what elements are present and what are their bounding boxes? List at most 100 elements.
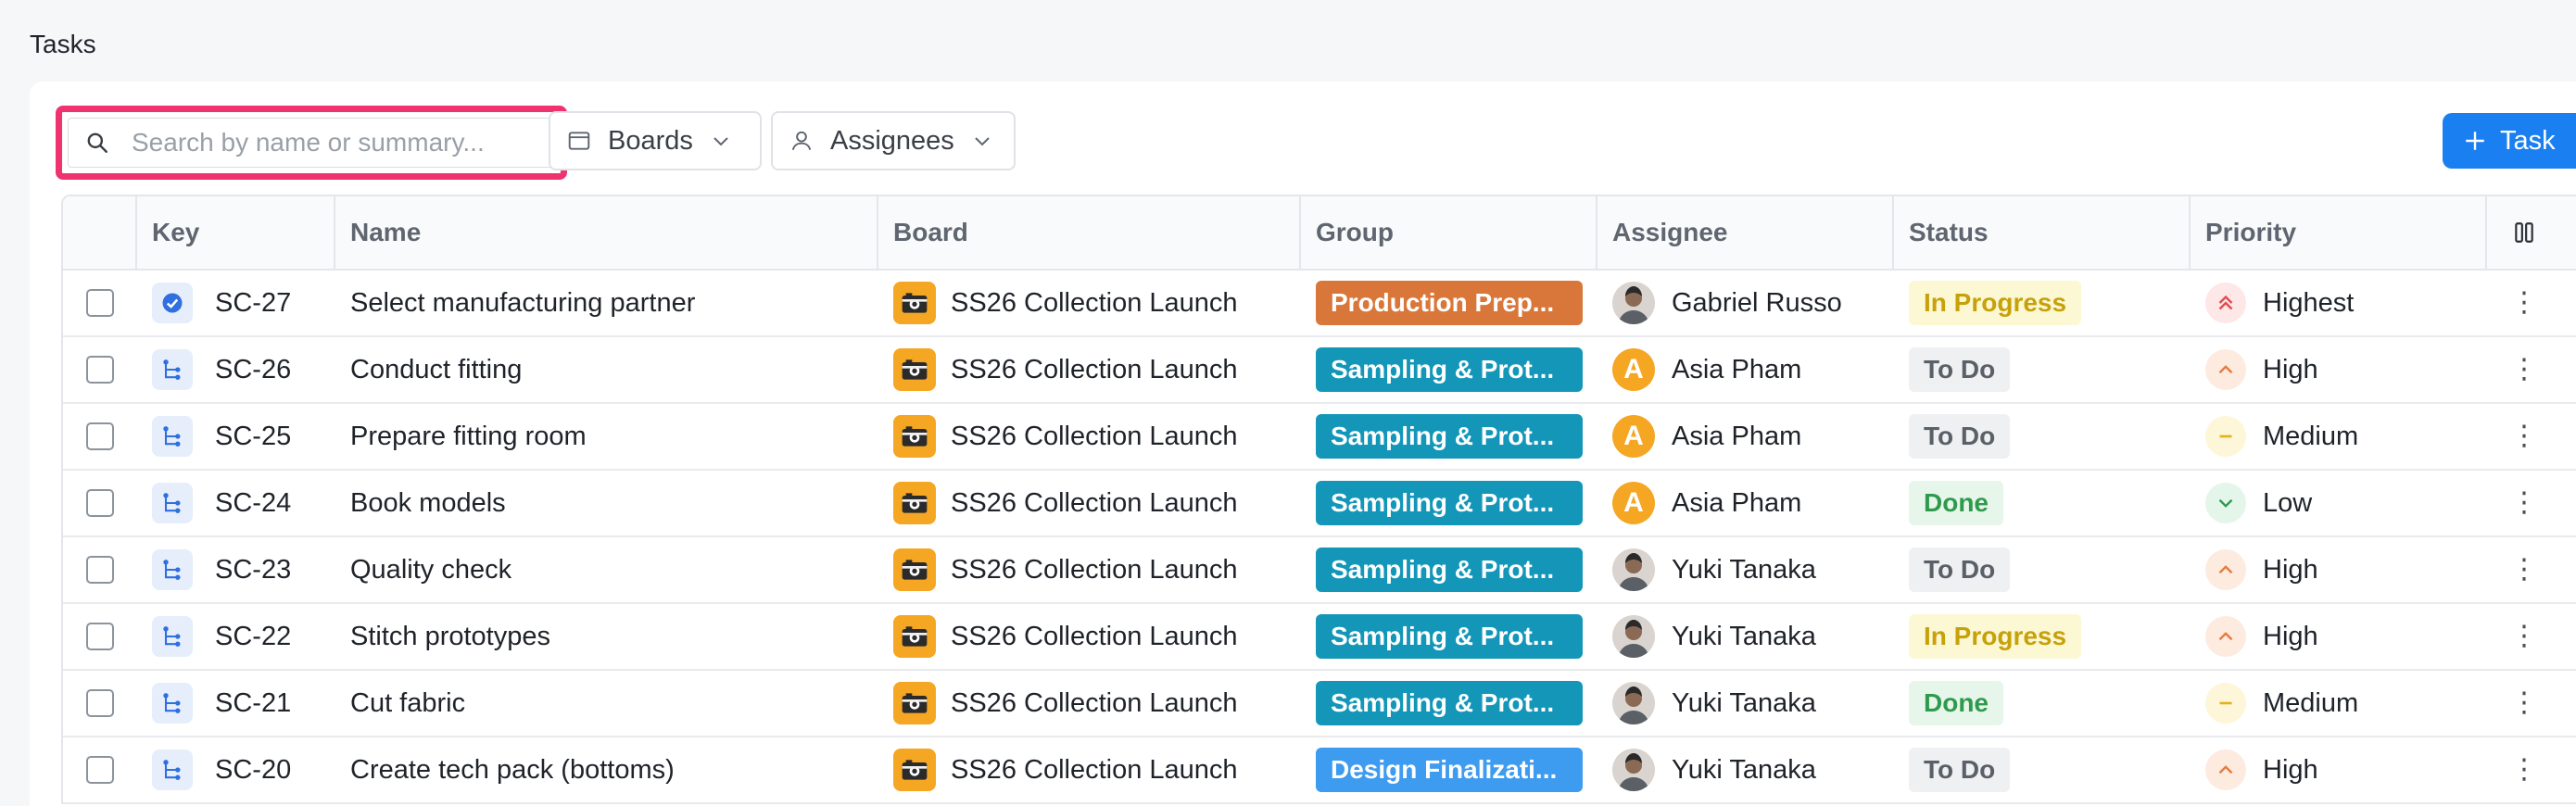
priority-label[interactable]: Low — [2263, 488, 2312, 519]
priority-label[interactable]: High — [2263, 555, 2318, 586]
status-badge[interactable]: To Do — [1909, 548, 2011, 592]
group-chip[interactable]: Design Finalizati... — [1316, 748, 1583, 792]
group-chip[interactable]: Sampling & Prot... — [1316, 481, 1583, 525]
board-name[interactable]: SS26 Collection Launch — [951, 422, 1238, 452]
task-key[interactable]: SC-26 — [215, 355, 291, 385]
task-key[interactable]: SC-21 — [215, 688, 291, 719]
assignee-name[interactable]: Asia Pham — [1672, 488, 1801, 519]
columns-settings-button[interactable] — [2487, 196, 2561, 269]
assignee-avatar — [1612, 749, 1655, 791]
column-header-key[interactable]: Key — [137, 196, 335, 269]
table-row[interactable]: SC-24 Book models SS26 Collection Launch… — [63, 471, 2576, 537]
table-row[interactable]: SC-21 Cut fabric SS26 Collection Launch … — [63, 671, 2576, 737]
task-name[interactable]: Conduct fitting — [350, 355, 522, 385]
status-badge[interactable]: To Do — [1909, 414, 2011, 459]
assignee-name[interactable]: Yuki Tanaka — [1672, 688, 1816, 719]
row-checkbox[interactable] — [86, 623, 114, 650]
kebab-menu-icon[interactable]: ⋮ — [2510, 356, 2538, 384]
assignee-name[interactable]: Gabriel Russo — [1672, 288, 1842, 319]
row-checkbox[interactable] — [86, 556, 114, 584]
table-row[interactable]: SC-25 Prepare fitting room SS26 Collecti… — [63, 404, 2576, 471]
task-key[interactable]: SC-20 — [215, 755, 291, 786]
group-chip[interactable]: Sampling & Prot... — [1316, 681, 1583, 725]
table-row[interactable]: SC-23 Quality check SS26 Collection Laun… — [63, 537, 2576, 604]
priority-label[interactable]: High — [2263, 755, 2318, 786]
priority-label[interactable]: High — [2263, 355, 2318, 385]
group-chip[interactable]: Sampling & Prot... — [1316, 548, 1583, 592]
task-key[interactable]: SC-24 — [215, 488, 291, 519]
assignee-name[interactable]: Yuki Tanaka — [1672, 622, 1816, 652]
group-chip[interactable]: Sampling & Prot... — [1316, 347, 1583, 392]
row-checkbox[interactable] — [86, 489, 114, 517]
column-header-board[interactable]: Board — [878, 196, 1301, 269]
priority-label[interactable]: Medium — [2263, 422, 2358, 452]
search-input[interactable] — [132, 128, 521, 157]
board-name[interactable]: SS26 Collection Launch — [951, 355, 1238, 385]
board-name[interactable]: SS26 Collection Launch — [951, 622, 1238, 652]
table-row[interactable]: SC-22 Stitch prototypes SS26 Collection … — [63, 604, 2576, 671]
column-header-status[interactable]: Status — [1894, 196, 2191, 269]
status-badge[interactable]: In Progress — [1909, 281, 2082, 325]
row-checkbox[interactable] — [86, 689, 114, 717]
add-task-button[interactable]: Task — [2443, 113, 2576, 169]
task-name[interactable]: Quality check — [350, 555, 511, 586]
group-chip[interactable]: Sampling & Prot... — [1316, 614, 1583, 659]
user-photo-icon — [1612, 749, 1655, 791]
row-checkbox[interactable] — [86, 756, 114, 784]
search-box[interactable] — [68, 118, 555, 168]
status-badge[interactable]: To Do — [1909, 748, 2011, 792]
kebab-menu-icon[interactable]: ⋮ — [2510, 489, 2538, 517]
row-menu-cell: ⋮ — [2487, 671, 2561, 736]
board-name[interactable]: SS26 Collection Launch — [951, 488, 1238, 519]
column-header-priority[interactable]: Priority — [2191, 196, 2487, 269]
task-name[interactable]: Prepare fitting room — [350, 422, 587, 452]
status-badge[interactable]: To Do — [1909, 347, 2011, 392]
table-row[interactable]: SC-20 Create tech pack (bottoms) SS26 Co… — [63, 737, 2576, 804]
priority-label[interactable]: High — [2263, 622, 2318, 652]
assignee-name[interactable]: Asia Pham — [1672, 355, 1801, 385]
assignees-filter-button[interactable]: Assignees — [771, 111, 1016, 170]
kebab-menu-icon[interactable]: ⋮ — [2510, 623, 2538, 650]
status-badge[interactable]: Done — [1909, 481, 2003, 525]
task-key[interactable]: SC-27 — [215, 288, 291, 319]
assignee-name[interactable]: Asia Pham — [1672, 422, 1801, 452]
row-checkbox[interactable] — [86, 422, 114, 450]
group-chip[interactable]: Production Prep... — [1316, 281, 1583, 325]
kebab-menu-icon[interactable]: ⋮ — [2510, 556, 2538, 584]
board-name[interactable]: SS26 Collection Launch — [951, 688, 1238, 719]
task-key[interactable]: SC-23 — [215, 555, 291, 586]
board-avatar — [893, 415, 936, 458]
kebab-menu-icon[interactable]: ⋮ — [2510, 756, 2538, 784]
priority-label[interactable]: Highest — [2263, 288, 2354, 319]
task-name[interactable]: Create tech pack (bottoms) — [350, 755, 675, 786]
kebab-menu-icon[interactable]: ⋮ — [2510, 289, 2538, 317]
kebab-menu-icon[interactable]: ⋮ — [2510, 422, 2538, 450]
kebab-menu-icon[interactable]: ⋮ — [2510, 689, 2538, 717]
task-key[interactable]: SC-22 — [215, 622, 291, 652]
status-badge[interactable]: In Progress — [1909, 614, 2082, 659]
task-name[interactable]: Book models — [350, 488, 506, 519]
priority-highest-icon — [2218, 295, 2233, 310]
task-name[interactable]: Select manufacturing partner — [350, 288, 695, 319]
status-badge[interactable]: Done — [1909, 681, 2003, 725]
group-chip[interactable]: Sampling & Prot... — [1316, 414, 1583, 459]
board-name[interactable]: SS26 Collection Launch — [951, 288, 1238, 319]
task-key[interactable]: SC-25 — [215, 422, 291, 452]
boards-filter-button[interactable]: Boards — [549, 111, 762, 170]
column-header-name[interactable]: Name — [335, 196, 878, 269]
column-header-group[interactable]: Group — [1301, 196, 1597, 269]
column-header-assignee[interactable]: Assignee — [1597, 196, 1894, 269]
priority-cell: Medium — [2191, 671, 2487, 736]
row-checkbox[interactable] — [86, 356, 114, 384]
assignee-name[interactable]: Yuki Tanaka — [1672, 555, 1816, 586]
row-menu-cell: ⋮ — [2487, 737, 2561, 802]
table-row[interactable]: SC-26 Conduct fitting SS26 Collection La… — [63, 337, 2576, 404]
row-checkbox[interactable] — [86, 289, 114, 317]
board-name[interactable]: SS26 Collection Launch — [951, 555, 1238, 586]
task-name[interactable]: Stitch prototypes — [350, 622, 550, 652]
assignee-name[interactable]: Yuki Tanaka — [1672, 755, 1816, 786]
priority-label[interactable]: Medium — [2263, 688, 2358, 719]
table-row[interactable]: SC-27 Select manufacturing partner SS26 … — [63, 271, 2576, 337]
task-name[interactable]: Cut fabric — [350, 688, 465, 719]
board-name[interactable]: SS26 Collection Launch — [951, 755, 1238, 786]
